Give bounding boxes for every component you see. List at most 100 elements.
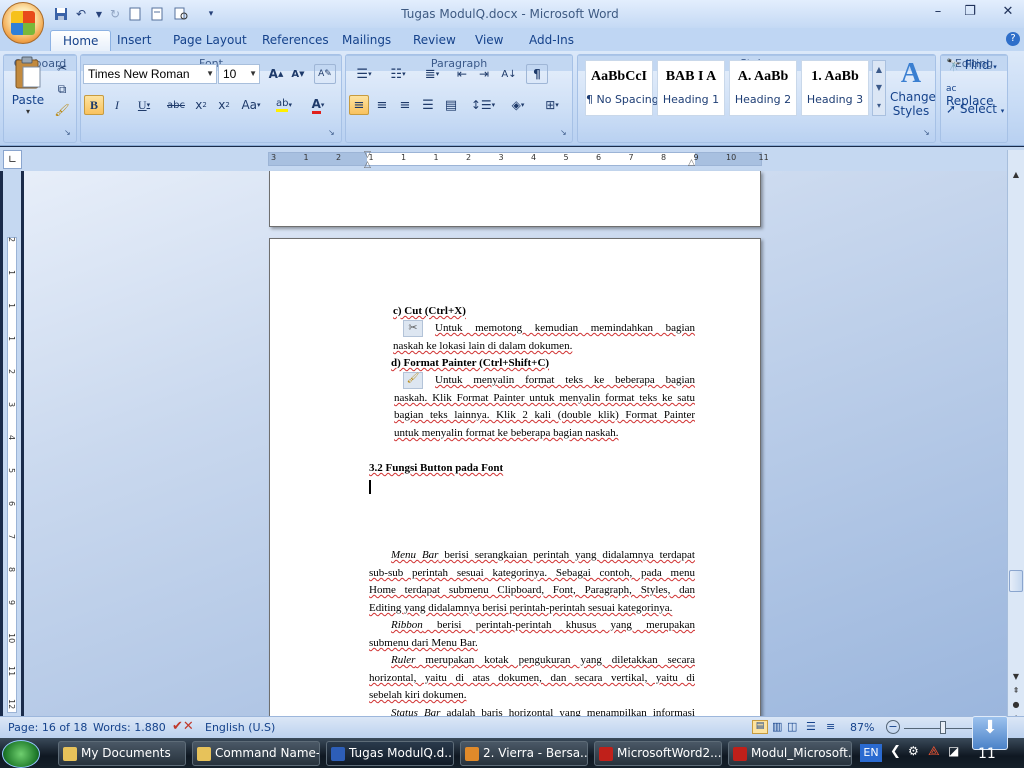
font-size-select[interactable]: 10 ▼	[218, 64, 260, 84]
numbering-button[interactable]: ☷ ▾	[383, 64, 413, 84]
align-center-button[interactable]: ≡	[372, 95, 392, 115]
decrease-indent-icon[interactable]: ⇤	[452, 64, 472, 84]
page-count[interactable]: Page: 16 of 18	[8, 721, 87, 734]
grow-font-icon[interactable]: A ▲	[266, 64, 286, 84]
clear-formatting-icon[interactable]: A✎	[314, 64, 336, 84]
change-styles-button[interactable]: A Change Styles	[890, 58, 936, 124]
sort-icon[interactable]: A↓	[499, 64, 519, 84]
customize-qat-icon[interactable]: ▾	[202, 5, 220, 23]
office-button[interactable]	[2, 2, 44, 44]
style-heading-3[interactable]: 1. AaBb Heading 3	[801, 60, 869, 116]
taskbar-item-modul-microsoft[interactable]: Modul_Microsoft...	[728, 741, 852, 766]
shading-button[interactable]: ◈ ▾	[503, 95, 533, 115]
tab-references[interactable]: References	[250, 30, 341, 52]
style-heading-1[interactable]: BAB I A Heading 1	[657, 60, 725, 116]
acrobat-icon[interactable]: ⟁	[928, 744, 940, 759]
tab-add-ins[interactable]: Add-Ins	[517, 30, 586, 52]
copy-icon[interactable]: ⧉	[52, 79, 72, 99]
bullets-button[interactable]: ☰ ▾	[349, 64, 379, 84]
undo-icon[interactable]: ↶	[72, 5, 90, 23]
highlight-color-button[interactable]: ab ▾	[270, 95, 298, 115]
ruler-number: 9	[7, 600, 16, 606]
back-arrow-icon[interactable]: ❮	[890, 744, 901, 759]
font-family-select[interactable]: Times New Roman ▼	[83, 64, 217, 84]
draft-icon[interactable]: ≡	[826, 720, 835, 733]
proofing-icon[interactable]: ✔✕	[172, 719, 194, 734]
zoom-level[interactable]: 87%	[850, 721, 874, 734]
italic-button[interactable]: I	[107, 95, 127, 115]
document-page[interactable]: c) Cut (Ctrl+X) ✂ Untuk memotong kemudia…	[269, 238, 761, 728]
right-indent-marker-icon[interactable]: △	[688, 158, 695, 168]
restore-button[interactable]: ❐	[960, 3, 980, 21]
bold-button[interactable]: B	[84, 95, 104, 115]
print-preview-icon[interactable]	[172, 5, 190, 23]
format-painter-icon[interactable]: 🖌	[52, 100, 72, 120]
style-heading-2[interactable]: A. AaBb Heading 2	[729, 60, 797, 116]
taskbar-item-microsoftword2[interactable]: MicrosoftWord2...	[594, 741, 722, 766]
underline-button[interactable]: U ▾	[130, 95, 158, 115]
superscript-button[interactable]: x2	[214, 95, 234, 115]
scroll-thumb[interactable]	[1009, 570, 1023, 592]
redo-icon[interactable]: ↻	[106, 5, 124, 23]
line-spacing-button[interactable]: ↕☰ ▾	[468, 95, 498, 115]
volume-icon[interactable]: ◪	[948, 744, 959, 758]
scroll-up-icon[interactable]: ▲	[1009, 170, 1023, 182]
subscript-button[interactable]: x2	[191, 95, 211, 115]
help-icon[interactable]: ?	[1006, 32, 1020, 46]
font-launcher-icon[interactable]: ↘	[328, 128, 335, 137]
vertical-ruler[interactable]: 2 1 1 1 2 3 4 5 6 7 8 9 10 11 12	[3, 171, 21, 716]
zoom-slider-thumb[interactable]	[940, 721, 946, 734]
save-icon[interactable]	[52, 5, 70, 23]
cut-icon[interactable]: ✂	[52, 58, 72, 78]
tab-insert[interactable]: Insert	[105, 30, 163, 52]
clipboard-launcher-icon[interactable]: ↘	[64, 128, 71, 137]
download-arrow-icon[interactable]: ⬇	[972, 716, 1008, 750]
find-button[interactable]: 🔭 Find ▾	[946, 58, 1006, 76]
increase-indent-icon[interactable]: ⇥	[474, 64, 494, 84]
select-button[interactable]: ➚ Select ▾	[946, 102, 1006, 120]
full-screen-reading-icon[interactable]: ▥	[772, 720, 782, 733]
strikethrough-button[interactable]: abc	[164, 95, 188, 115]
paste-button[interactable]: Paste ▾	[8, 56, 48, 116]
styles-launcher-icon[interactable]: ↘	[923, 128, 930, 137]
taskbar-item-vierra[interactable]: 2. Vierra - Bersa...	[460, 741, 588, 766]
zoom-out-icon[interactable]: −	[886, 720, 900, 734]
taskbar-item-my-documents[interactable]: My Documents	[58, 741, 186, 766]
network-icon[interactable]: ⚙	[908, 744, 919, 758]
start-button[interactable]	[2, 740, 40, 768]
paragraph-launcher-icon[interactable]: ↘	[560, 128, 567, 137]
shrink-font-icon[interactable]: A ▼	[288, 64, 308, 84]
tab-selector-icon[interactable]: ∟	[3, 150, 22, 169]
justify-button[interactable]: ☰	[418, 95, 438, 115]
tab-mailings[interactable]: Mailings	[330, 30, 403, 52]
language-bar[interactable]: EN	[860, 744, 882, 762]
word-count[interactable]: Words: 1.880	[93, 721, 166, 734]
vertical-scrollbar[interactable]: ▲ ▼⇞●⇟	[1007, 150, 1024, 723]
print-layout-icon[interactable]: ▤	[752, 720, 768, 734]
font-color-button[interactable]: A ▾	[302, 95, 334, 115]
tab-page-layout[interactable]: Page Layout	[161, 30, 259, 52]
outline-icon[interactable]: ☰	[806, 720, 816, 733]
multilevel-list-button[interactable]: ≣ ▾	[417, 64, 447, 84]
show-formatting-icon[interactable]: ¶	[526, 64, 548, 84]
web-layout-icon[interactable]: ◫	[787, 720, 797, 733]
replace-button[interactable]: ac Replace	[946, 80, 1006, 108]
tab-review[interactable]: Review	[401, 30, 468, 52]
change-case-button[interactable]: Aa ▾	[237, 95, 265, 115]
tab-view[interactable]: View	[463, 30, 515, 52]
taskbar-item-tugas-modulq[interactable]: Tugas ModulQ.d...	[326, 741, 454, 766]
taskbar-item-command-name[interactable]: Command Name-...	[192, 741, 320, 766]
minimize-button[interactable]: –	[928, 3, 948, 21]
align-left-button[interactable]: ≡	[349, 95, 369, 115]
style-no-spacing[interactable]: AaBbCcI ¶ No Spacing	[585, 60, 659, 116]
open-icon[interactable]	[126, 5, 144, 23]
tab-home[interactable]: Home	[50, 30, 112, 52]
indent-marker-icon[interactable]: ▽ △	[364, 150, 373, 170]
distributed-button[interactable]: ▤	[441, 95, 461, 115]
language-indicator[interactable]: English (U.S)	[205, 721, 275, 734]
new-document-icon[interactable]	[148, 5, 166, 23]
borders-button[interactable]: ⊞ ▾	[537, 95, 567, 115]
align-right-button[interactable]: ≡	[395, 95, 415, 115]
close-button[interactable]: ✕	[998, 3, 1018, 21]
styles-scroll[interactable]: ▲ ▼ ▾	[872, 60, 886, 116]
